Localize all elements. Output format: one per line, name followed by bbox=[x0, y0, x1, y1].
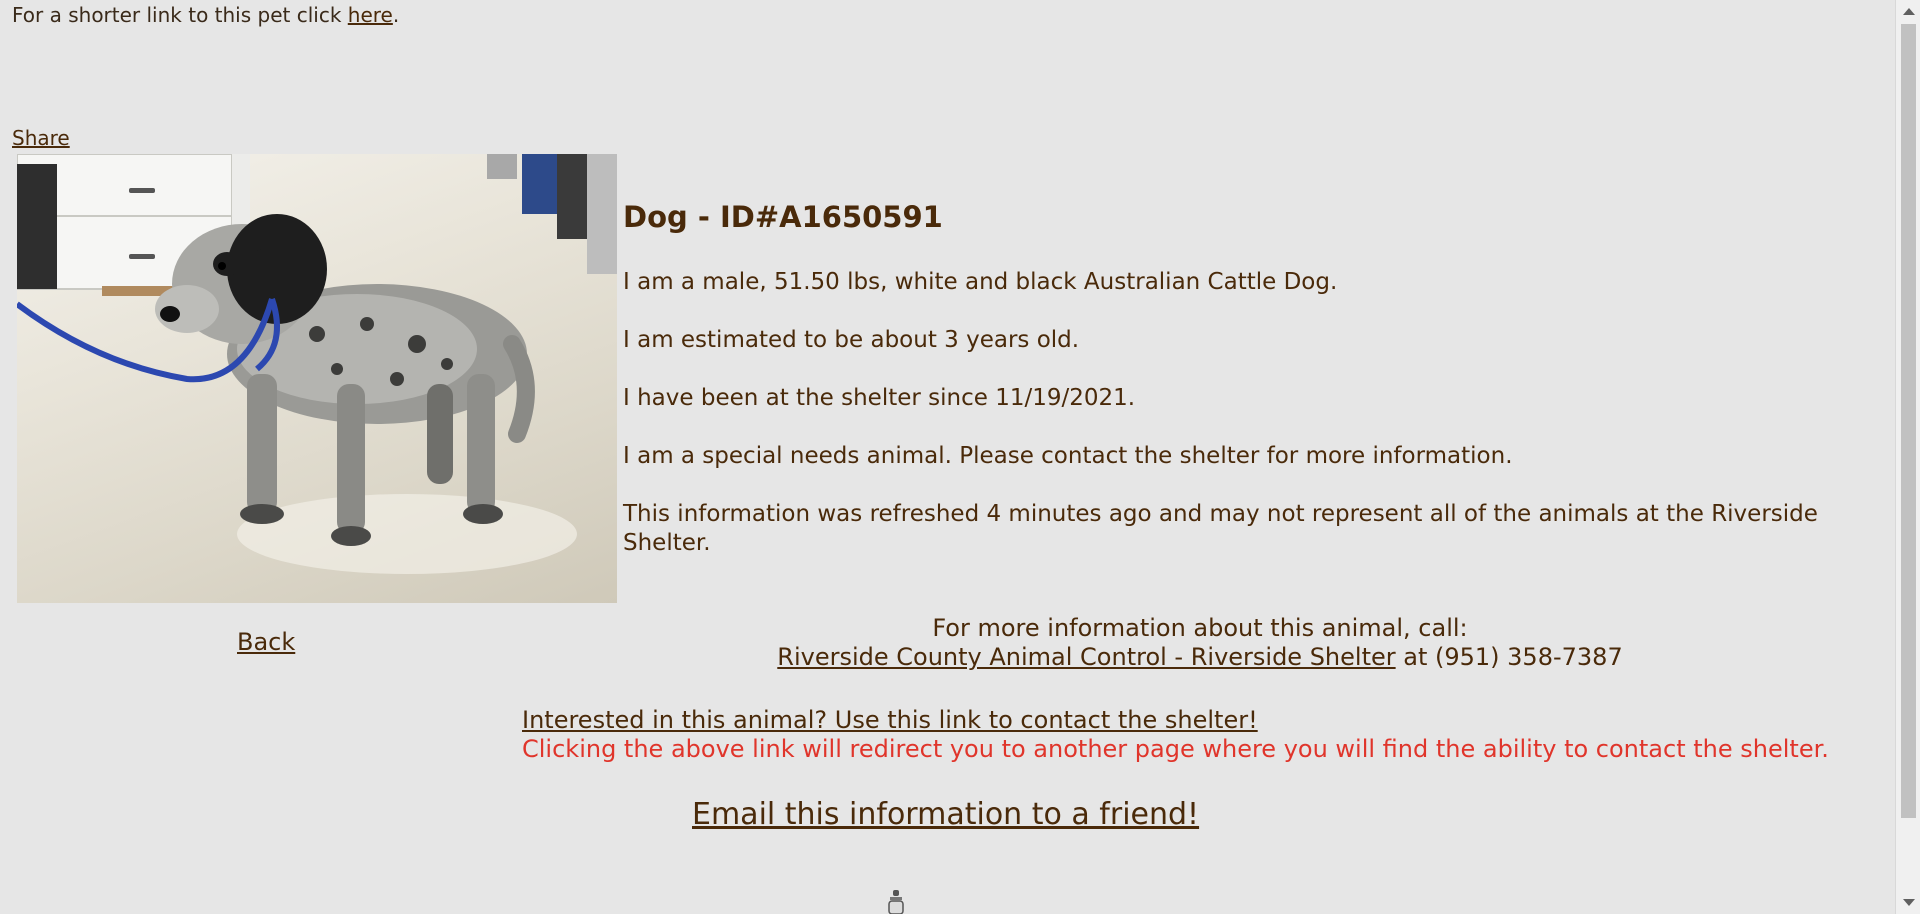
shelter-link[interactable]: Riverside County Animal Control - Rivers… bbox=[777, 643, 1395, 671]
redirect-warning: Clicking the above link will redirect yo… bbox=[522, 735, 1829, 763]
shelter-phone: at (951) 358-7387 bbox=[1395, 643, 1623, 671]
share-link[interactable]: Share bbox=[12, 126, 70, 150]
loading-icon bbox=[887, 888, 905, 914]
pet-photo bbox=[17, 154, 617, 603]
pet-detail-page: For a shorter link to this pet click her… bbox=[0, 0, 1895, 914]
contact-info: For more information about this animal, … bbox=[500, 614, 1900, 672]
vertical-scrollbar[interactable] bbox=[1895, 0, 1920, 914]
refresh-note: This information was refreshed 4 minutes… bbox=[623, 501, 1818, 556]
scroll-thumb[interactable] bbox=[1901, 24, 1916, 818]
contact-heading: For more information about this animal, … bbox=[932, 614, 1468, 642]
contact-line: Riverside County Animal Control - Rivers… bbox=[500, 643, 1900, 672]
email-friend-link[interactable]: Email this information to a friend! bbox=[692, 797, 1199, 832]
shortlink-prefix: For a shorter link to this pet click bbox=[12, 3, 348, 27]
contact-shelter-link[interactable]: Interested in this animal? Use this link… bbox=[522, 706, 1258, 735]
pet-age: I am estimated to be about 3 years old. bbox=[623, 327, 1080, 353]
scroll-down-icon[interactable] bbox=[1903, 899, 1915, 906]
shortlink-suffix: . bbox=[392, 3, 400, 27]
pet-title: Dog - ID#A1650591 bbox=[623, 200, 943, 234]
back-link[interactable]: Back bbox=[237, 628, 295, 656]
pet-shelter-since: I have been at the shelter since 11/19/2… bbox=[623, 385, 1136, 411]
shortlink-text: For a shorter link to this pet click her… bbox=[12, 3, 399, 27]
pet-description: I am a male, 51.50 lbs, white and black … bbox=[623, 269, 1338, 295]
dog-photo-illustration bbox=[17, 154, 617, 574]
pet-special-needs: I am a special needs animal. Please cont… bbox=[623, 443, 1513, 469]
scroll-up-icon[interactable] bbox=[1903, 8, 1915, 15]
shortlink-here-link[interactable]: here bbox=[348, 3, 393, 27]
